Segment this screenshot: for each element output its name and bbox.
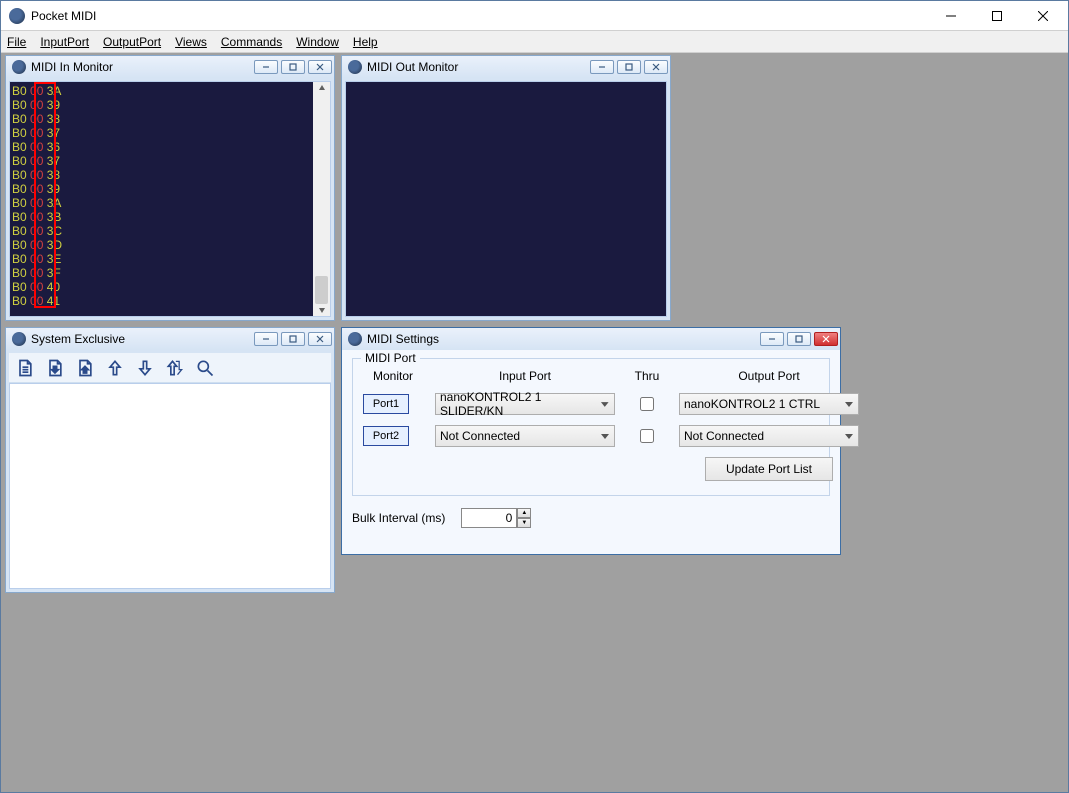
titlebar: Pocket MIDI [1,1,1068,31]
app-title: Pocket MIDI [31,9,928,23]
settings-icon [348,332,362,346]
midi-row: B0 00 37 [12,154,330,168]
midi-in-minimize[interactable] [254,60,278,74]
settings-window: MIDI Settings MIDI Port Monitor Input Po… [341,327,841,555]
search-icon[interactable] [191,355,219,381]
chevron-down-icon [844,399,854,409]
midi-row: B0 00 38 [12,112,330,126]
midi-port-group: MIDI Port Monitor Input Port Thru Output… [352,358,830,496]
midi-row: B0 00 39 [12,98,330,112]
sysex-maximize[interactable] [281,332,305,346]
midi-out-close[interactable] [644,60,668,74]
port2-thru-checkbox[interactable] [640,429,654,443]
menu-outputport[interactable]: OutputPort [103,35,161,49]
midi-out-title: MIDI Out Monitor [367,60,590,74]
sysex-toolbar [9,353,331,383]
menu-file[interactable]: File [7,35,26,49]
midi-in-titlebar[interactable]: MIDI In Monitor [6,56,334,78]
close-button[interactable] [1020,2,1066,30]
menubar: File InputPort OutputPort Views Commands… [1,31,1068,53]
port1-input-combo[interactable]: nanoKONTROL2 1 SLIDER/KN [435,393,615,415]
port2-output-combo[interactable]: Not Connected [679,425,859,447]
midi-in-title: MIDI In Monitor [31,60,254,74]
sysex-textarea[interactable] [9,383,331,589]
midi-out-minimize[interactable] [590,60,614,74]
new-file-icon[interactable] [11,355,39,381]
hdr-thru: Thru [627,369,667,383]
open-file-icon[interactable] [41,355,69,381]
chevron-down-icon [600,399,610,409]
port2-label: Port2 [363,426,409,446]
midi-row: B0 00 3F [12,266,330,280]
sysex-title: System Exclusive [31,332,254,346]
midi-in-window: MIDI In Monitor B0 00 3AB0 00 39B0 00 38… [5,55,335,321]
midi-row: B0 00 41 [12,294,330,308]
midi-row: B0 00 38 [12,168,330,182]
bulk-spinner-down[interactable]: ▼ [517,518,531,528]
midi-in-console[interactable]: B0 00 3AB0 00 39B0 00 38B0 00 37B0 00 36… [10,82,330,316]
scrollbar[interactable] [313,82,330,316]
menu-views[interactable]: Views [175,35,207,49]
sysex-close[interactable] [308,332,332,346]
arrow-down-icon[interactable] [131,355,159,381]
midi-in-icon [12,60,26,74]
midi-out-maximize[interactable] [617,60,641,74]
chevron-down-icon [844,431,854,441]
midi-row: B0 00 40 [12,280,330,294]
settings-titlebar[interactable]: MIDI Settings [342,328,840,350]
bulk-spinner-up[interactable]: ▲ [517,508,531,518]
group-legend: MIDI Port [361,351,420,365]
update-port-list-button[interactable]: Update Port List [705,457,833,481]
menu-inputport[interactable]: InputPort [40,35,89,49]
midi-row: B0 00 36 [12,140,330,154]
midi-row: B0 00 3D [12,238,330,252]
bulk-interval-label: Bulk Interval (ms) [352,511,445,525]
settings-close[interactable] [814,332,838,346]
midi-row: B0 00 37 [12,126,330,140]
scroll-thumb[interactable] [315,276,328,304]
hdr-input: Input Port [435,369,615,383]
save-file-icon[interactable] [71,355,99,381]
sysex-icon [12,332,26,346]
sysex-minimize[interactable] [254,332,278,346]
hdr-output: Output Port [679,369,859,383]
bulk-interval-field[interactable] [461,508,517,528]
midi-row: B0 00 3A [12,84,330,98]
midi-out-titlebar[interactable]: MIDI Out Monitor [342,56,670,78]
sysex-window: System Exclusive [5,327,335,593]
chevron-down-icon [600,431,610,441]
midi-row: B0 00 39 [12,182,330,196]
midi-row: B0 00 3A [12,196,330,210]
midi-row: B0 00 3B [12,210,330,224]
minimize-button[interactable] [928,2,974,30]
sysex-titlebar[interactable]: System Exclusive [6,328,334,350]
main-window: Pocket MIDI File InputPort OutputPort Vi… [0,0,1069,793]
arrow-up-icon[interactable] [101,355,129,381]
scroll-down[interactable] [313,304,330,316]
midi-out-console[interactable] [346,82,666,316]
send-receive-icon[interactable] [161,355,189,381]
midi-in-maximize[interactable] [281,60,305,74]
port1-thru-checkbox[interactable] [640,397,654,411]
settings-title: MIDI Settings [367,332,760,346]
mdi-area: MIDI In Monitor B0 00 3AB0 00 39B0 00 38… [1,53,1068,792]
midi-row: B0 00 3C [12,224,330,238]
scroll-up[interactable] [313,82,330,94]
port2-input-combo[interactable]: Not Connected [435,425,615,447]
menu-help[interactable]: Help [353,35,378,49]
menu-window[interactable]: Window [296,35,339,49]
port1-label: Port1 [363,394,409,414]
midi-row: B0 00 3E [12,252,330,266]
maximize-button[interactable] [974,2,1020,30]
midi-in-close[interactable] [308,60,332,74]
app-icon [9,8,25,24]
port1-output-combo[interactable]: nanoKONTROL2 1 CTRL [679,393,859,415]
settings-minimize[interactable] [760,332,784,346]
midi-out-icon [348,60,362,74]
menu-commands[interactable]: Commands [221,35,282,49]
hdr-monitor: Monitor [363,369,423,383]
midi-out-window: MIDI Out Monitor [341,55,671,321]
settings-maximize[interactable] [787,332,811,346]
